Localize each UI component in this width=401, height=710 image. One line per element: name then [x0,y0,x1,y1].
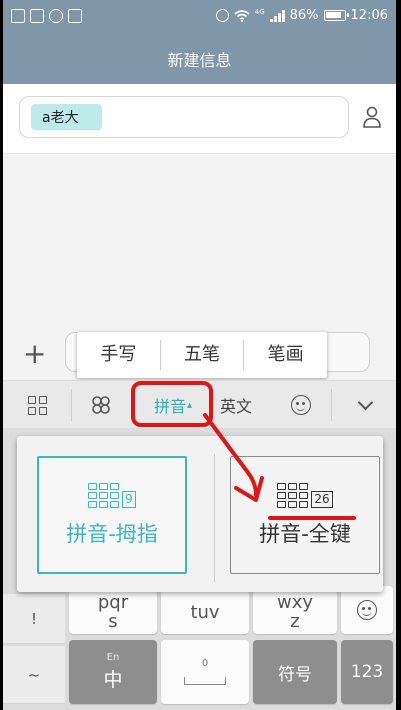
zh-key-hint: En [106,651,120,663]
add-attachment-icon[interactable]: + [23,340,46,368]
keyboard-layout-panel: 9 拼音-拇指 26 拼音-全键 [17,436,383,592]
battery-icon [323,10,349,21]
collapse-keyboard-icon[interactable] [345,381,385,429]
side-key-exclamation[interactable]: ! [3,594,65,644]
signal-icon [269,9,285,22]
title-bar: 新建信息 [3,34,396,84]
annotation-highlight-box [131,381,213,427]
zh-key-label: 中 [103,668,123,691]
wechat-icon [49,9,63,23]
clock: 12:06 [350,8,388,23]
page-title: 新建信息 [167,51,232,70]
key-wxyz[interactable]: wxy z [253,590,337,634]
full-keyboard-badge: 26 [311,490,333,508]
english-label: 英文 [219,397,252,416]
space-key[interactable]: 0 [161,640,249,704]
key-tuv[interactable]: tuv [161,590,249,634]
space-bar-icon [184,677,226,685]
recipient-area: a老大 [3,84,396,154]
chinese-english-toggle-key[interactable]: En 中 [69,640,157,704]
pinyin-9key-option[interactable]: 9 拼音-拇指 [37,456,187,574]
key-wxyz-line2: z [290,611,300,632]
handwriting-option[interactable]: 手写 [77,340,161,370]
recipient-input[interactable]: a老大 [19,96,349,138]
key-pqrs-line2: s [108,611,118,632]
clover-icon[interactable] [83,381,119,429]
input-method-popup: 手写 五笔 笔画 [77,332,327,378]
symbol-key[interactable]: 符号 [253,640,337,704]
network-type: 4G [254,8,265,16]
divider [214,454,215,582]
nine-key-icon: 9 [88,482,136,508]
key-wxyz-line1: wxy [276,592,314,613]
annotation-underline [268,516,356,520]
key-pqrs-line1: pqr [97,592,129,613]
side-key-tilde[interactable]: ~ [3,646,65,704]
number-key[interactable]: 123 [341,640,393,704]
screen-icon [68,9,82,23]
space-key-hint: 0 [201,658,209,669]
nine-key-badge: 9 [122,490,136,508]
key-pqrs[interactable]: pqr s [69,590,157,634]
emoji-key[interactable] [341,586,393,634]
key-tuv-line1: tuv [190,601,220,623]
full-keyboard-icon: 26 [277,482,333,508]
stroke-option[interactable]: 笔画 [244,340,327,370]
screen: 4G 86% 12:06 新建信息 a老大 + 手写 五笔 笔画 拼音 ▴ 英文… [3,0,396,710]
divider [331,389,332,421]
wubi-option[interactable]: 五笔 [161,340,245,370]
status-indicators: 4G 86% 12:06 [215,8,388,23]
battery-percent: 86% [289,8,319,23]
wifi-icon [234,9,250,22]
emoji-key-icon [357,600,377,620]
gallery-icon [30,9,44,23]
contact-picker-icon[interactable] [362,106,382,128]
status-bar: 4G 86% 12:06 [3,0,396,34]
english-mode-button[interactable]: 英文 [211,381,261,429]
emoji-icon[interactable] [283,381,319,429]
divider [71,389,72,421]
pinyin-full-keyboard-label: 拼音-全键 [259,521,351,546]
sim-icon [11,9,25,23]
recipient-chip[interactable]: a老大 [31,104,102,130]
alarm-icon [215,9,229,22]
notification-icons [11,9,82,23]
pinyin-9key-label: 拼音-拇指 [66,521,158,546]
menu-grid-icon[interactable] [19,381,55,429]
pinyin-full-keyboard-option[interactable]: 26 拼音-全键 [230,456,380,574]
